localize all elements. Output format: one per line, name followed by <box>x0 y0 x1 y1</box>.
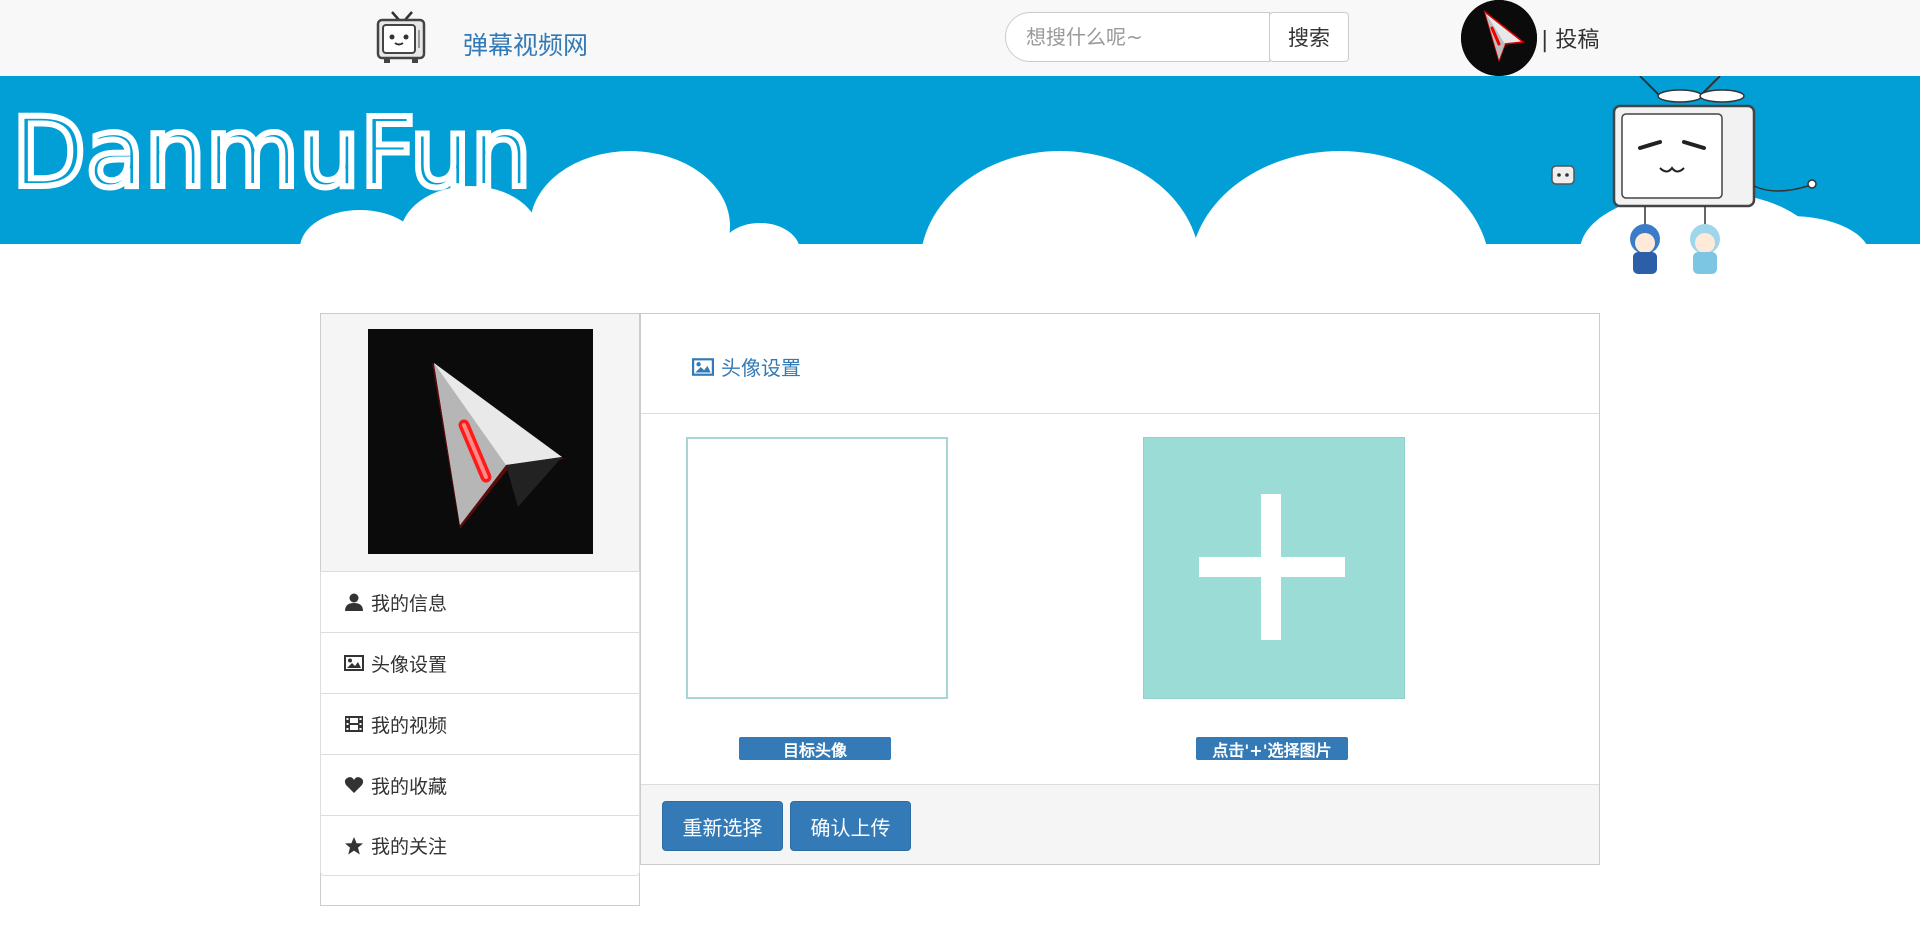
search-button[interactable]: 搜索 <box>1269 12 1349 62</box>
site-brand-link[interactable]: 弹幕视频网 <box>463 26 588 62</box>
user-icon <box>343 591 365 613</box>
contribute-link[interactable]: | 投稿 <box>1541 22 1599 54</box>
top-navbar: 弹幕视频网 搜索 | 投稿 <box>0 0 1920 76</box>
sidebar-item-label: 我的关注 <box>371 836 448 858</box>
avatar-settings-panel: 头像设置 目标头像 点击'+'选择图片 重新选择 确认上传 <box>640 313 1600 865</box>
select-image-label: 点击'+'选择图片 <box>1196 737 1348 760</box>
search-input[interactable] <box>1005 12 1270 62</box>
paper-plane-avatar-icon <box>1461 0 1537 76</box>
panel-header: 头像设置 <box>641 314 1599 414</box>
banner-illustration: DanmuFun <box>0 76 1920 286</box>
paper-plane-avatar-icon <box>368 329 593 554</box>
sidebar-item-my-follows[interactable]: 我的关注 <box>320 815 640 876</box>
sidebar-item-my-videos[interactable]: 我的视频 <box>320 693 640 754</box>
sidebar-item-my-favorites[interactable]: 我的收藏 <box>320 754 640 815</box>
target-avatar-label: 目标头像 <box>739 737 891 760</box>
picture-icon <box>692 356 714 378</box>
tv-logo-icon[interactable] <box>372 8 432 68</box>
add-image-button[interactable] <box>1143 437 1405 699</box>
heart-icon <box>343 774 365 796</box>
sidebar-item-my-info[interactable]: 我的信息 <box>320 571 640 632</box>
target-avatar-preview <box>686 437 948 699</box>
banner-logo-text: DanmuFun <box>12 97 532 209</box>
sidebar-item-label: 我的收藏 <box>371 775 448 798</box>
sidebar-item-avatar-settings[interactable]: 头像设置 <box>320 632 640 693</box>
site-banner: DanmuFun <box>0 76 1920 286</box>
sidebar-menu: 我的信息 头像设置 我的视频 我的收藏 我的关注 <box>320 571 641 876</box>
panel-footer: 重新选择 确认上传 <box>641 784 1599 864</box>
star-icon <box>343 835 365 857</box>
profile-avatar <box>368 329 593 554</box>
panel-title: 头像设置 <box>692 352 801 381</box>
sidebar-item-label: 我的信息 <box>371 592 448 615</box>
picture-icon <box>343 652 365 674</box>
user-sidebar: 我的信息 头像设置 我的视频 我的收藏 我的关注 <box>320 313 640 906</box>
profile-avatar-panel <box>321 314 639 571</box>
film-icon <box>343 713 365 735</box>
sidebar-item-label: 头像设置 <box>371 653 448 676</box>
reselect-button[interactable]: 重新选择 <box>662 801 783 851</box>
sidebar-item-label: 我的视频 <box>371 714 448 737</box>
user-avatar[interactable] <box>1461 0 1537 76</box>
confirm-upload-button[interactable]: 确认上传 <box>790 801 911 851</box>
panel-title-label: 头像设置 <box>721 356 801 380</box>
